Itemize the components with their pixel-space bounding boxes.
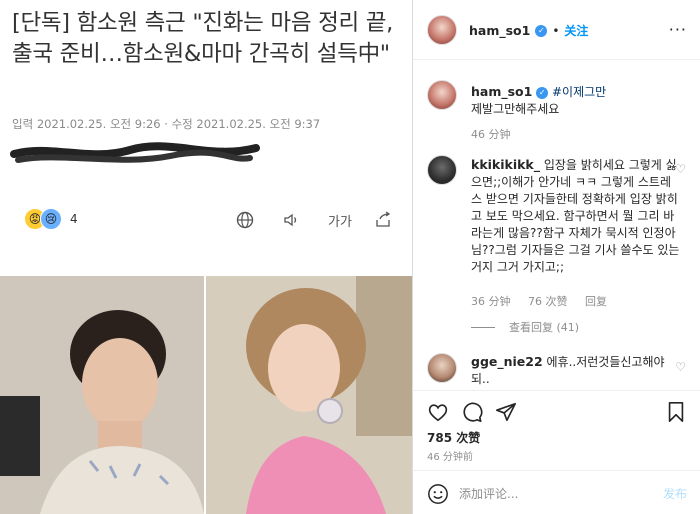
comment-body: kkikikikk_ 입장을 밝히세요 그렇게 싫으면;;이해가 안가네 ㅋㅋ …	[471, 156, 681, 276]
comment-meta: 36 分钟 76 次赞 回复	[471, 293, 621, 309]
add-comment-bar: 添加评论... 发布	[413, 470, 700, 514]
article-headline: [단독] 함소원 측근 "진화는 마음 정리 끝, 출국 준비…함소원&마마 간…	[12, 10, 393, 67]
like-heart-icon[interactable]	[425, 399, 451, 425]
post-image: [단독] 함소원 측근 "진화는 마음 정리 끝, 출국 준비…함소원&마마 간…	[0, 0, 412, 514]
emoji-smile-icon[interactable]	[427, 483, 449, 505]
post-time: 46 分钟前	[427, 452, 473, 463]
redaction-scribble	[10, 142, 260, 163]
action-bar	[413, 390, 700, 430]
comment-username[interactable]: gge_nie22	[471, 354, 543, 369]
comment-avatar[interactable]	[427, 155, 457, 185]
caption-username[interactable]: ham_so1	[471, 84, 532, 99]
comment-like-heart-icon[interactable]: ♡	[675, 360, 686, 374]
avatar[interactable]	[427, 15, 457, 45]
post-comment-button[interactable]: 发布	[663, 485, 687, 502]
comment-time: 36 分钟	[471, 295, 511, 308]
globe-icon[interactable]	[232, 207, 258, 233]
speaker-icon[interactable]	[278, 207, 304, 233]
post-header: ham_so1 ✓ • 关注 ···	[413, 0, 700, 60]
follow-button[interactable]: 关注	[564, 22, 588, 39]
reaction-summary[interactable]: 😡 😢 4	[24, 208, 78, 230]
likes-count[interactable]: 785 次赞	[427, 429, 480, 446]
article-meta: 입력 2021.02.25. 오전 9:26 · 수정 2021.02.25. …	[12, 117, 321, 131]
verified-badge-icon: ✓	[535, 24, 548, 37]
separator-dot: •	[552, 23, 560, 38]
view-replies-button[interactable]: 查看回复 (41)	[471, 319, 579, 335]
comment-avatar[interactable]	[427, 353, 457, 383]
share-icon[interactable]	[370, 207, 396, 233]
comments-panel: ham_so1 ✓ • 关注 ··· ham_so1 ✓ #이제그만 제발그만해…	[412, 0, 700, 514]
comment-body: gge_nie22 에휴..저런것들신고해야되..	[471, 353, 681, 388]
header-username[interactable]: ham_so1	[469, 23, 530, 38]
caption-hashtag[interactable]: #이제그만	[552, 85, 606, 99]
comment-like-heart-icon[interactable]: ♡	[675, 162, 686, 176]
send-plane-icon[interactable]	[493, 399, 519, 425]
reaction-count: 4	[70, 212, 78, 226]
comment-bubble-icon[interactable]	[459, 399, 485, 425]
comment-username[interactable]: kkikikikk_	[471, 157, 540, 172]
caption-avatar[interactable]	[427, 80, 457, 110]
caption-text: 제발그만해주세요	[471, 102, 560, 116]
font-size-button[interactable]: 가가	[324, 207, 356, 233]
caption-time: 46 分钟	[471, 128, 511, 141]
comment-reply-button[interactable]: 回复	[585, 295, 607, 308]
more-options-icon[interactable]: ···	[669, 20, 687, 39]
comment-text: 입장을 밝히세요 그렇게 싫으면;;이해가 안가네 ㅋㅋ 그렇게 스트레스 받으…	[471, 158, 680, 274]
view-replies-label: 查看回复 (41)	[509, 321, 580, 334]
comment-likes[interactable]: 76 次赞	[528, 295, 568, 308]
verified-badge-icon: ✓	[536, 86, 549, 99]
photo-woman	[206, 276, 412, 514]
photo-man	[0, 276, 204, 514]
view-replies-line	[471, 326, 495, 328]
caption: ham_so1 ✓ #이제그만 제발그만해주세요	[471, 83, 606, 118]
comment-input[interactable]: 添加评论...	[459, 485, 518, 502]
sad-emoji-icon: 😢	[40, 208, 62, 230]
bookmark-icon[interactable]	[663, 399, 689, 425]
